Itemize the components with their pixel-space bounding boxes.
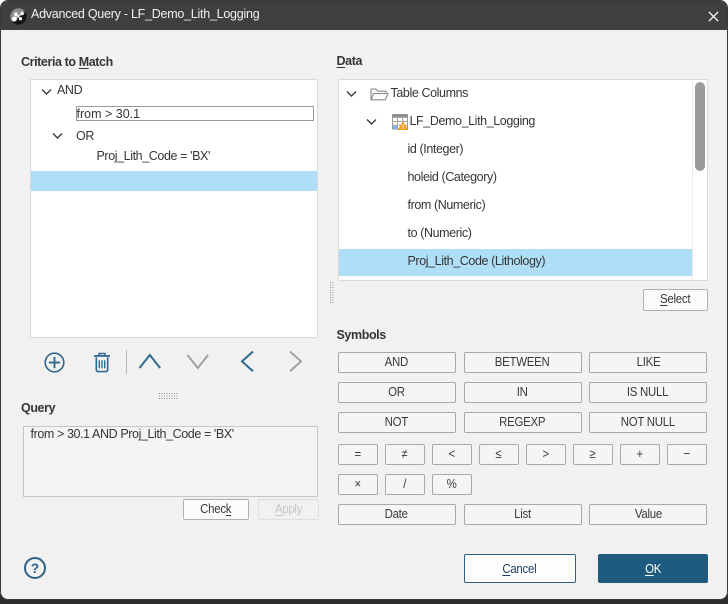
svg-text:?: ? — [31, 561, 39, 576]
svg-text:!: ! — [402, 125, 404, 130]
